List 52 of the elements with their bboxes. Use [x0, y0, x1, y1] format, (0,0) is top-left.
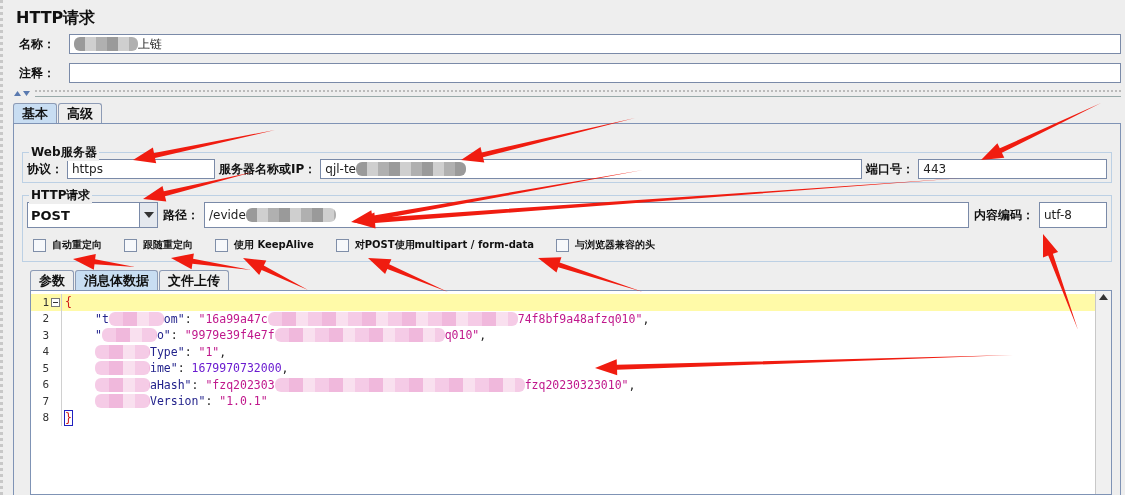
splitter-bar[interactable]	[35, 89, 1121, 97]
line-number: 2	[41, 312, 49, 326]
checkbox-option[interactable]: 自动重定向	[33, 238, 102, 252]
code-line: " o": "9979e39f4e7f q010",	[94, 328, 487, 343]
code-line: "t om": "16a99a47c 74f8bf9a48afzq010",	[94, 311, 650, 326]
code-line: }	[64, 410, 72, 425]
field-label: 端口号：	[866, 160, 915, 178]
line-number: 6	[41, 378, 49, 392]
line-number: 5	[41, 361, 49, 375]
code-line: {	[64, 295, 72, 310]
checkbox-option[interactable]: 对POST使用multipart / form-data	[335, 238, 535, 252]
group-title: Web服务器	[29, 144, 99, 161]
code-line: ime": 1679970732000,	[63, 361, 289, 376]
port-field[interactable]: 443	[918, 159, 1107, 179]
field-label: 服务器名称或IP：	[219, 160, 317, 178]
code-line: Type": "1",	[63, 344, 227, 359]
checkbox-option[interactable]: 使用 KeepAlive	[215, 238, 314, 252]
code-line: Version": "1.0.1"	[63, 394, 268, 409]
line-number: 8	[41, 411, 49, 425]
collapse-expand-icon[interactable]	[13, 90, 31, 96]
caret-icon	[143, 212, 154, 218]
tab[interactable]: 基本	[13, 103, 57, 123]
line-number: 1	[41, 295, 49, 309]
code-line: aHash": "fzq202303 fzq20230323010",	[63, 377, 636, 392]
path-field[interactable]: /evide	[204, 202, 969, 228]
method-dropdown[interactable]: POST	[27, 202, 158, 228]
field-label: 协议：	[27, 160, 63, 178]
line-number: 3	[41, 328, 49, 342]
encoding-field[interactable]: utf-8	[1039, 202, 1107, 228]
window-title: HTTP请求	[15, 7, 97, 28]
group-title: HTTP请求	[29, 187, 93, 204]
checkbox-option[interactable]: 与浏览器兼容的头	[556, 238, 656, 252]
name-field[interactable]: 上链	[69, 34, 1121, 54]
scroll-up-icon[interactable]	[1099, 294, 1108, 300]
field-label: 路径：	[163, 206, 199, 224]
field-label: 内容编码：	[974, 206, 1034, 224]
checkbox-option[interactable]: 跟随重定向	[124, 238, 193, 252]
line-number: 4	[41, 345, 49, 359]
comment-field[interactable]	[69, 63, 1121, 83]
fold-icon[interactable]	[50, 297, 60, 307]
tab[interactable]: 参数	[30, 270, 74, 290]
tab[interactable]: 高级	[58, 103, 102, 123]
field-label: 注释：	[19, 64, 56, 82]
blurred-text	[74, 37, 138, 51]
server-field[interactable]: qjl-te	[320, 159, 863, 179]
field-label: 名称：	[19, 35, 56, 53]
tab[interactable]: 消息体数据	[75, 270, 158, 290]
line-number: 7	[41, 394, 49, 408]
protocol-field[interactable]: https	[67, 159, 215, 179]
annotation-arrow	[73, 253, 135, 270]
code-editor[interactable]: 1 { 2 "t om": "16a99a47c 74f8bf9a48afzq010", 3 " o": "9979e39f4e7f q010", 4 Type": "1", 5 ime": 1679970732000, 6 aHash": "fzq202303 fzq20230323010", 7 Version": "1.0.1" 8 }	[30, 290, 1112, 495]
tab[interactable]: 文件上传	[159, 270, 229, 290]
